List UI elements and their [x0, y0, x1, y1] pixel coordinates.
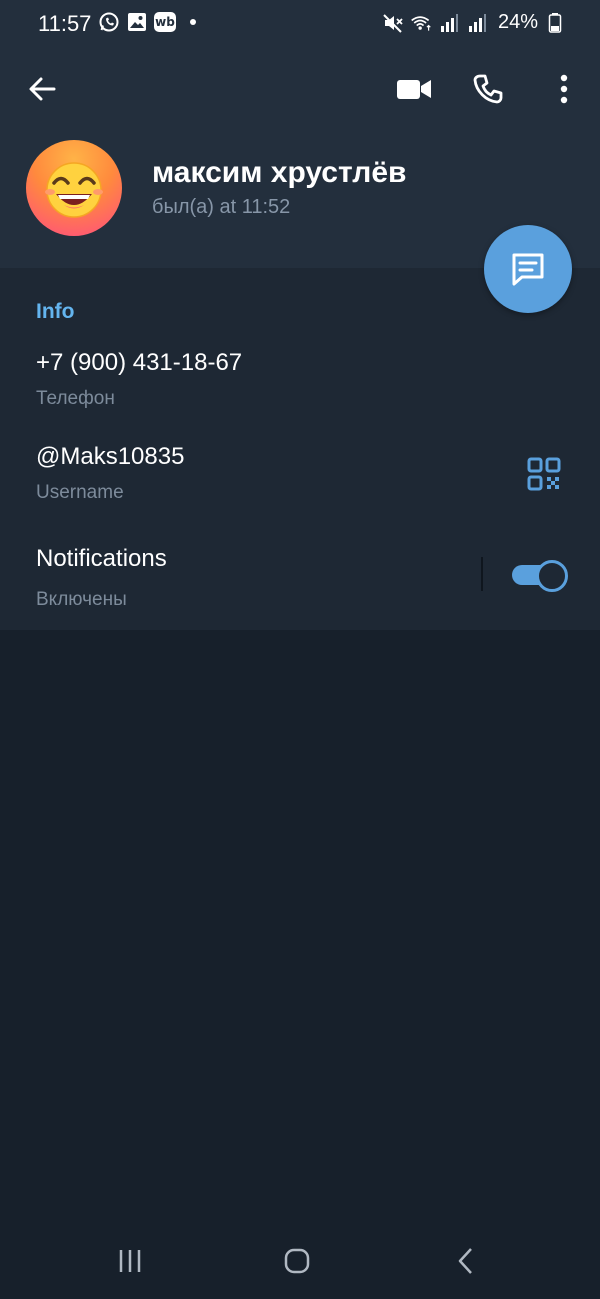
chat-message-icon: [512, 253, 544, 286]
system-nav-bar: [0, 1222, 600, 1299]
last-seen-status: был(а) at 11:52: [152, 196, 291, 218]
more-notifications-dot: [190, 19, 196, 25]
info-section-title: Info: [36, 300, 75, 323]
mute-icon: [382, 12, 404, 34]
recents-button[interactable]: [110, 1244, 150, 1278]
status-time: 11:57: [38, 11, 92, 36]
back-arrow-icon: [29, 77, 56, 101]
back-icon: [458, 1248, 472, 1274]
nav-back-button[interactable]: [446, 1244, 486, 1278]
qr-code-button[interactable]: [526, 456, 562, 492]
contact-name: максим хрустлёв: [152, 156, 407, 189]
home-icon: [284, 1248, 310, 1274]
more-options-button[interactable]: [544, 70, 584, 108]
back-button[interactable]: [24, 70, 62, 108]
notifications-divider: [481, 557, 483, 591]
notifications-title: Notifications: [36, 545, 167, 572]
home-button[interactable]: [277, 1244, 317, 1278]
gallery-icon: [126, 11, 148, 33]
toggle-knob: [536, 560, 568, 592]
username-label: Username: [36, 482, 124, 503]
whatsapp-icon: [98, 11, 120, 33]
status-bar: 11:57 wb 24%: [0, 0, 600, 48]
signal-icon: [466, 12, 488, 34]
recents-icon: [119, 1250, 141, 1272]
wifi-icon: [410, 12, 432, 34]
emoji-face-avatar: [45, 162, 103, 218]
phone-icon: [473, 74, 503, 104]
phone-number: +7 (900) 431-18-67: [36, 349, 243, 376]
voice-call-button[interactable]: [468, 70, 508, 108]
system-icons: 24%: [382, 11, 566, 34]
phone-label: Телефон: [36, 388, 115, 409]
more-vert-icon: [560, 74, 568, 104]
info-section: Info +7 (900) 431-18-67 Телефон @Maks108…: [0, 268, 600, 630]
wb-icon: wb: [154, 12, 176, 32]
signal-icon: [438, 12, 460, 34]
qr-code-icon: [527, 457, 561, 491]
send-message-button[interactable]: [484, 225, 572, 313]
username-value: @Maks10835: [36, 443, 185, 470]
battery-percentage: 24%: [497, 11, 538, 33]
notification-icons: wb: [98, 11, 196, 33]
video-call-icon: [397, 80, 431, 99]
video-call-button[interactable]: [394, 70, 434, 108]
battery-icon: [544, 12, 566, 34]
notifications-toggle[interactable]: [512, 560, 568, 592]
notifications-status: Включены: [36, 589, 127, 610]
avatar[interactable]: [26, 140, 122, 236]
